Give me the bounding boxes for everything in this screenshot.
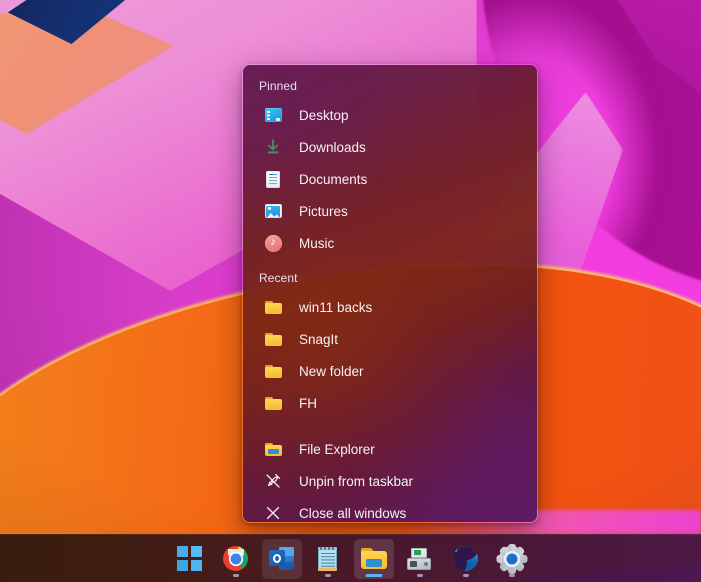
taskbar-button-file-explorer[interactable] [354, 539, 394, 579]
folder-icon [264, 330, 282, 348]
jumplist-section-pinned: Pinned Desktop Download [243, 65, 537, 259]
picture-icon [264, 202, 282, 220]
jumplist-action-label: Unpin from taskbar [299, 474, 413, 489]
jumplist-action-open-file-explorer[interactable]: File Explorer [248, 433, 532, 465]
taskbar-indicator [509, 574, 515, 577]
jumplist-item-pictures[interactable]: Pictures [248, 195, 532, 227]
taskbar-indicator [325, 574, 331, 577]
jumplist-item-label: Downloads [299, 140, 366, 155]
folder-icon [264, 298, 282, 316]
taskbar-button-start[interactable] [170, 539, 210, 579]
settings-gear-icon [499, 546, 524, 571]
jumplist-item-music[interactable]: ♪ Music [248, 227, 532, 259]
unpin-icon [264, 472, 282, 490]
document-icon [264, 170, 282, 188]
jumplist-action-unpin-from-taskbar[interactable]: Unpin from taskbar [248, 465, 532, 497]
jumplist-section-actions: File Explorer [243, 433, 537, 523]
music-icon: ♪ [264, 234, 282, 252]
printer-icon [407, 548, 432, 570]
jumplist-item-label: Documents [299, 172, 367, 187]
jumplist-item-label: Music [299, 236, 334, 251]
taskbar-indicator [417, 574, 423, 577]
outlook-icon [269, 546, 294, 571]
close-icon [264, 504, 282, 522]
jumplist-item-label: Desktop [299, 108, 349, 123]
jumplist-item-snagit[interactable]: SnagIt [248, 323, 532, 355]
jumplist-action-label: File Explorer [299, 442, 375, 457]
jumplist-action-label: Close all windows [299, 506, 406, 521]
taskbar[interactable] [0, 534, 701, 582]
jumplist-item-label: win11 backs [299, 300, 372, 315]
jumplist-header-pinned: Pinned [243, 65, 537, 99]
taskbar-icon-strip [0, 535, 701, 582]
taskbar-button-printer[interactable] [400, 539, 440, 579]
windows-start-icon [177, 546, 202, 571]
chrome-icon [223, 546, 248, 571]
jumplist-item-documents[interactable]: Documents [248, 163, 532, 195]
jumplist-header-recent: Recent [243, 259, 537, 291]
folder-icon [264, 362, 282, 380]
jumplist-item-desktop[interactable]: Desktop [248, 99, 532, 131]
jumplist-item-label: SnagIt [299, 332, 338, 347]
taskbar-indicator [463, 574, 469, 577]
jumplist-item-label: FH [299, 396, 317, 411]
folder-icon [264, 394, 282, 412]
taskbar-button-outlook[interactable] [262, 539, 302, 579]
download-icon [264, 138, 282, 156]
taskbar-button-settings[interactable] [492, 539, 532, 579]
desktop-icon [264, 106, 282, 124]
file-explorer-icon [361, 548, 387, 569]
jumplist-section-recent: Recent win11 backs SnagIt New folder FH [243, 259, 537, 419]
edge-icon [453, 546, 478, 571]
taskbar-indicator [233, 574, 239, 577]
taskbar-jumplist-menu[interactable]: Pinned Desktop Download [242, 64, 538, 523]
notepad-icon [318, 547, 337, 571]
file-explorer-icon [264, 440, 282, 458]
taskbar-button-notepad[interactable] [308, 539, 348, 579]
jumplist-item-label: Pictures [299, 204, 348, 219]
taskbar-indicator-active [365, 574, 382, 577]
jumplist-item-fh[interactable]: FH [248, 387, 532, 419]
taskbar-button-edge[interactable] [446, 539, 486, 579]
jumplist-item-new-folder[interactable]: New folder [248, 355, 532, 387]
jumplist-item-downloads[interactable]: Downloads [248, 131, 532, 163]
jumplist-item-label: New folder [299, 364, 364, 379]
desktop-screen: Pinned Desktop Download [0, 0, 701, 582]
jumplist-action-close-all-windows[interactable]: Close all windows [248, 497, 532, 523]
taskbar-button-chrome[interactable] [216, 539, 256, 579]
jumplist-item-win11-backs[interactable]: win11 backs [248, 291, 532, 323]
